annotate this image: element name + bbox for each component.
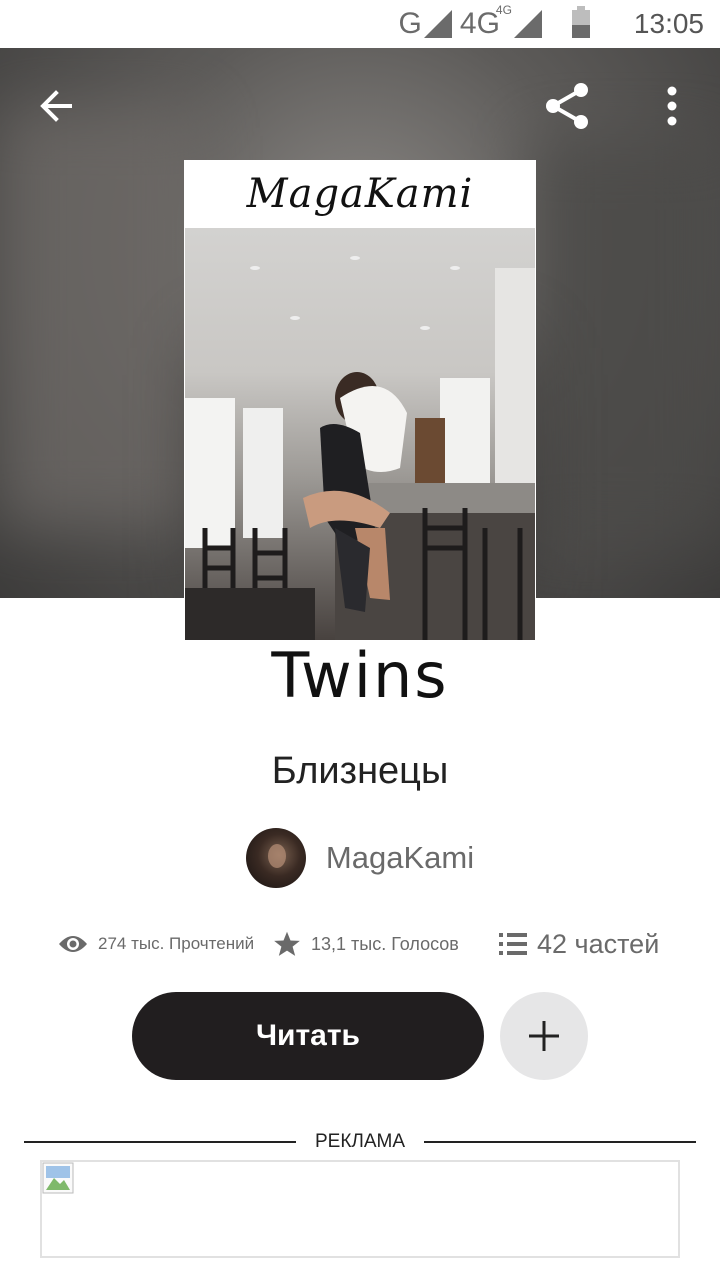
book-cover[interactable]: MagaKami Twins	[184, 160, 536, 710]
reads-count: 274 тыс. Прочтений	[98, 934, 255, 953]
list-icon	[499, 933, 527, 955]
back-button[interactable]	[28, 78, 84, 134]
votes-count: 13,1 тыс. Голосов	[311, 933, 459, 954]
divider-line	[424, 1141, 696, 1143]
add-to-library-button[interactable]	[500, 992, 588, 1080]
eye-icon	[59, 936, 87, 952]
votes-stat: 13,1 тыс. Голосов	[273, 922, 459, 966]
cover-photo-illustration	[185, 256, 535, 640]
reads-stat: 274 тыс. Прочтений	[58, 922, 254, 966]
share-button[interactable]	[539, 78, 595, 134]
author-avatar[interactable]	[245, 828, 306, 888]
cover-author-text: MagaKami	[246, 171, 474, 217]
author-row[interactable]: MagaKami	[0, 828, 720, 888]
network-type: G	[398, 7, 422, 40]
network-4g: 4G 4G	[459, 3, 512, 40]
book-stats: 274 тыс. Прочтений 13,1 тыс. Голосов 42 …	[0, 922, 720, 966]
parts-count: 42 частей	[537, 928, 660, 959]
parts-stat[interactable]: 42 частей	[499, 922, 659, 966]
star-icon	[274, 931, 300, 956]
clock: 13:05	[633, 8, 704, 39]
ad-divider: РЕКЛАМА	[24, 1128, 696, 1156]
more-vert-icon	[667, 86, 677, 126]
battery-icon	[571, 6, 590, 38]
divider-line	[24, 1141, 296, 1143]
ad-label: РЕКЛАМА	[314, 1131, 406, 1152]
book-title: Близнецы	[271, 750, 449, 792]
status-bar: G 4G 4G 13:05	[0, 0, 720, 48]
cover-header: MagaKami	[184, 160, 536, 228]
cover-photo	[185, 228, 535, 640]
arrow-left-icon	[40, 90, 72, 122]
signal-icon-2	[513, 10, 542, 38]
read-button[interactable]: Читать	[132, 992, 484, 1080]
plus-icon	[529, 1021, 559, 1051]
author-name[interactable]: MagaKami	[326, 840, 474, 876]
ad-banner[interactable]	[40, 1160, 680, 1258]
cover-title-text: Twins	[271, 638, 449, 711]
cover-footer: Twins	[184, 638, 536, 711]
signal-icon	[423, 10, 452, 38]
more-options-button[interactable]	[644, 78, 700, 134]
share-icon	[546, 83, 588, 129]
broken-image-icon	[42, 1162, 74, 1194]
